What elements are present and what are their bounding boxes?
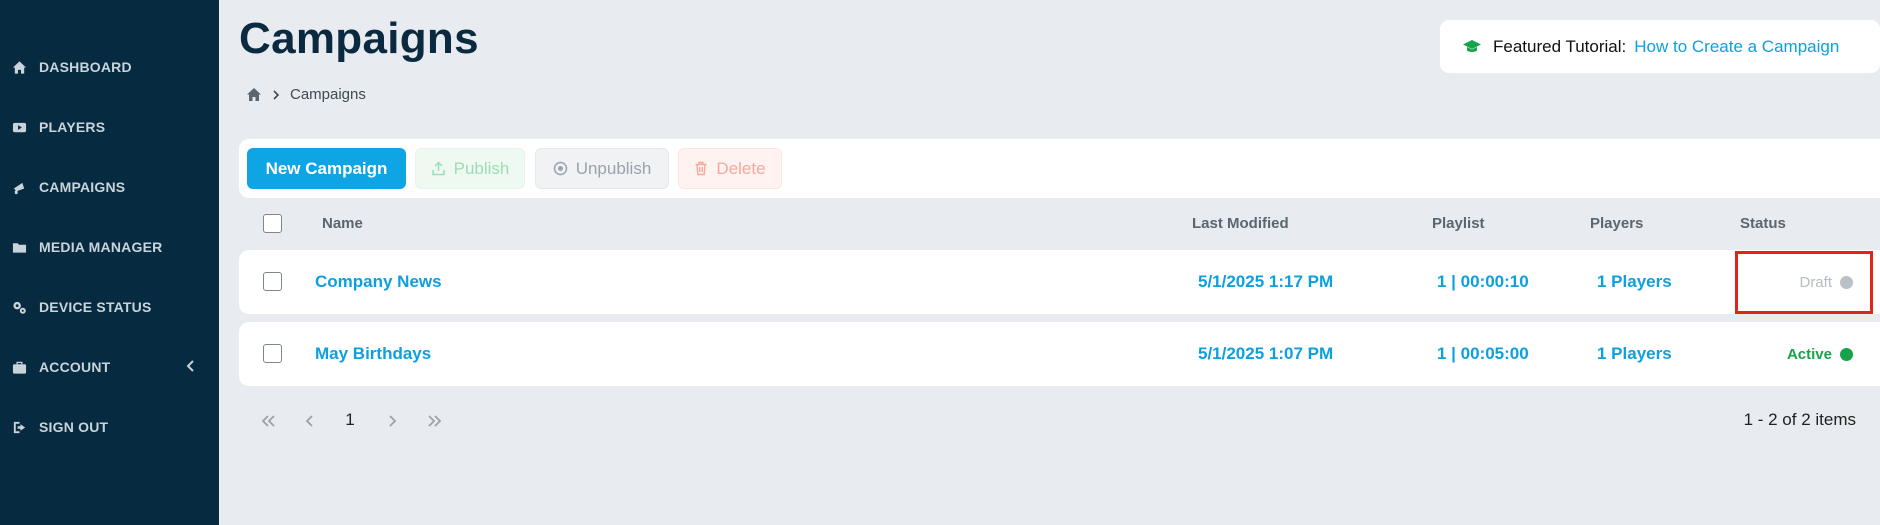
chevron-right-icon	[272, 89, 280, 101]
sidebar-item-sign-out[interactable]: SIGN OUT	[0, 407, 219, 447]
publish-label: Publish	[453, 158, 510, 178]
table-row[interactable]: May Birthdays 5/1/2025 1:07 PM 1 | 00:05…	[239, 322, 1880, 386]
column-header-status[interactable]: Status	[1740, 215, 1786, 232]
unpublish-label: Unpublish	[575, 158, 652, 178]
unpublish-button[interactable]: Unpublish	[535, 148, 669, 189]
home-icon	[11, 59, 27, 75]
home-icon[interactable]	[246, 87, 262, 102]
select-all-checkbox[interactable]	[263, 214, 282, 233]
sidebar-item-label: DEVICE STATUS	[39, 299, 152, 315]
players-cell[interactable]: 1 Players	[1597, 322, 1672, 386]
previous-page-button[interactable]	[302, 408, 318, 434]
status-badge: Draft	[1799, 250, 1853, 314]
playlist-cell[interactable]: 1 | 00:05:00	[1437, 322, 1529, 386]
sidebar-item-device-status[interactable]: DEVICE STATUS	[0, 287, 219, 327]
sidebar-item-players[interactable]: PLAYERS	[0, 107, 219, 147]
chevron-left-icon[interactable]	[185, 359, 199, 373]
new-campaign-label: New Campaign	[265, 158, 388, 178]
sidebar-item-dashboard[interactable]: DASHBOARD	[0, 47, 219, 87]
folder-icon	[11, 239, 27, 255]
next-page-button[interactable]	[384, 408, 400, 434]
sidebar-item-account[interactable]: ACCOUNT	[0, 347, 219, 387]
tutorial-label: Featured Tutorial:	[1493, 36, 1627, 56]
sidebar-item-label: ACCOUNT	[39, 359, 111, 375]
row-checkbox[interactable]	[263, 344, 282, 363]
status-dot-icon	[1840, 275, 1853, 289]
stop-circle-icon	[553, 161, 568, 176]
column-header-name[interactable]: Name	[322, 215, 363, 232]
breadcrumb: Campaigns	[246, 86, 366, 103]
sidebar-item-label: CAMPAIGNS	[39, 179, 126, 195]
megaphone-icon	[11, 179, 27, 195]
items-summary: 1 - 2 of 2 items	[1743, 410, 1856, 429]
sidebar-item-label: DASHBOARD	[39, 59, 132, 75]
publish-button[interactable]: Publish	[415, 148, 525, 189]
playlist-cell[interactable]: 1 | 00:00:10	[1437, 250, 1529, 314]
sidebar-item-label: SIGN OUT	[39, 419, 109, 435]
status-dot-icon	[1840, 347, 1853, 361]
delete-button[interactable]: Delete	[678, 148, 782, 189]
sidebar-item-label: PLAYERS	[39, 119, 106, 135]
last-modified-cell[interactable]: 5/1/2025 1:07 PM	[1198, 322, 1333, 386]
cogs-icon	[11, 299, 27, 315]
delete-label: Delete	[716, 158, 766, 178]
last-modified-cell[interactable]: 5/1/2025 1:17 PM	[1198, 250, 1333, 314]
status-badge: Active	[1787, 322, 1853, 386]
toolbar: New Campaign Publish Unpublish Delete	[239, 139, 1880, 198]
breadcrumb-current: Campaigns	[290, 86, 366, 103]
sign-out-icon	[11, 419, 27, 435]
table-row[interactable]: Company News 5/1/2025 1:17 PM 1 | 00:00:…	[239, 250, 1880, 314]
sidebar: DASHBOARD PLAYERS CAMPAIGNS MEDIA MANAGE…	[0, 0, 219, 525]
last-page-button[interactable]	[425, 408, 445, 434]
tutorial-link[interactable]: How to Create a Campaign	[1634, 37, 1839, 57]
campaign-name-link[interactable]: May Birthdays	[315, 322, 431, 386]
sidebar-item-media-manager[interactable]: MEDIA MANAGER	[0, 227, 219, 267]
current-page[interactable]: 1	[342, 410, 358, 430]
status-label: Active	[1786, 345, 1832, 363]
column-header-players[interactable]: Players	[1590, 215, 1643, 232]
sidebar-item-campaigns[interactable]: CAMPAIGNS	[0, 167, 219, 207]
featured-tutorial-banner: Featured Tutorial: How to Create a Campa…	[1440, 20, 1880, 73]
campaign-name-link[interactable]: Company News	[315, 250, 442, 314]
graduation-cap-icon	[1462, 39, 1482, 55]
new-campaign-button[interactable]: New Campaign	[247, 148, 406, 189]
briefcase-icon	[11, 359, 27, 375]
status-label: Draft	[1799, 273, 1832, 291]
column-header-playlist[interactable]: Playlist	[1432, 215, 1485, 232]
sidebar-item-label: MEDIA MANAGER	[39, 239, 163, 255]
column-header-last-modified[interactable]: Last Modified	[1192, 215, 1289, 232]
play-icon	[11, 119, 27, 135]
trash-icon	[694, 161, 708, 176]
first-page-button[interactable]	[258, 408, 278, 434]
page-title: Campaigns	[239, 14, 479, 63]
players-cell[interactable]: 1 Players	[1597, 250, 1672, 314]
upload-icon	[431, 161, 446, 176]
row-checkbox[interactable]	[263, 272, 282, 291]
